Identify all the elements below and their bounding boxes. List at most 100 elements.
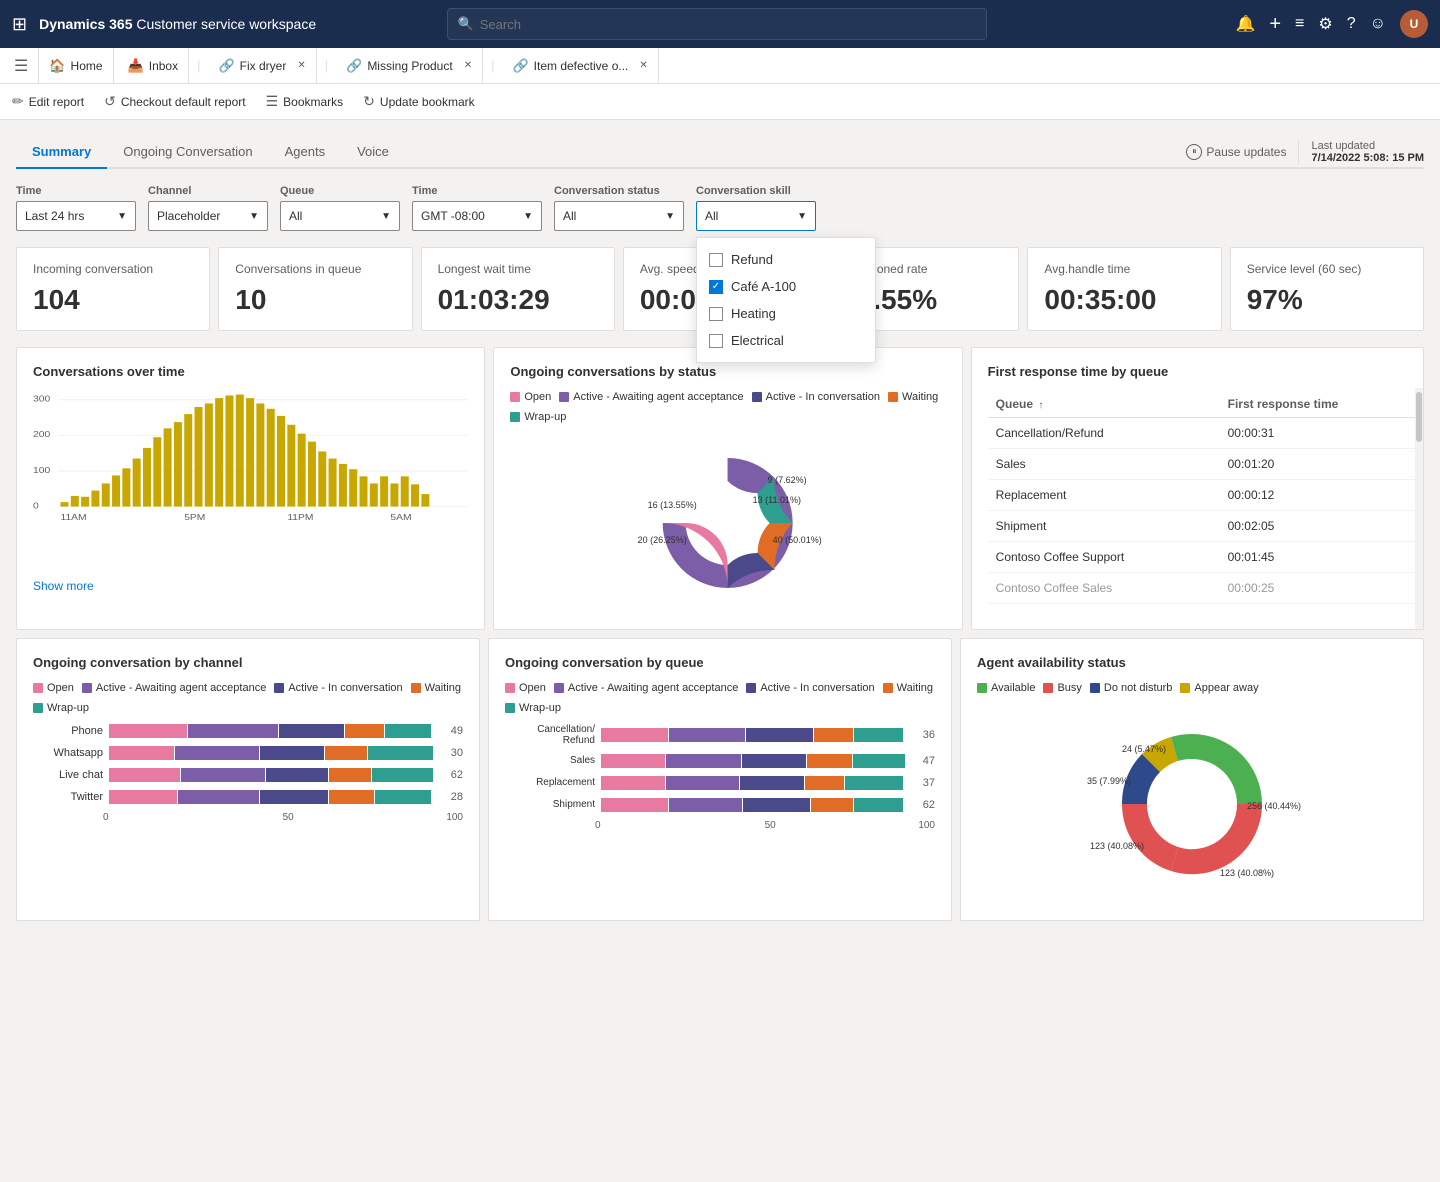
skill-electrical[interactable]: Electrical (697, 327, 875, 354)
close-tab-2[interactable]: ✕ (464, 60, 472, 71)
busy-dot (1043, 683, 1053, 693)
sub-tab-right: ⏸ Pause updates Last updated 7/14/2022 5… (1186, 140, 1424, 164)
kpi-longest-wait: Longest wait time 01:03:29 (421, 247, 615, 331)
scrollbar-thumb[interactable] (1416, 392, 1422, 442)
queue-col-header[interactable]: Queue ↑ (988, 391, 1220, 418)
legend-wrapup: Wrap-up (510, 411, 566, 423)
shipment-await-seg (669, 798, 742, 812)
electrical-checkbox[interactable] (709, 334, 723, 348)
scrollbar-track[interactable] (1415, 388, 1423, 629)
tab-bar: ☰ 🏠 Home 📥 Inbox | 🔗 Fix dryer ✕ | 🔗 Mis… (0, 48, 1440, 84)
edit-report-button[interactable]: ✏ Edit report (12, 93, 84, 110)
time2-filter-select[interactable]: GMT -08:00 ▼ (412, 201, 542, 231)
channel-bar-livechat: Live chat 62 (33, 768, 463, 782)
tab-fix-dryer[interactable]: 🔗 Fix dryer ✕ (208, 48, 316, 84)
close-tab-3[interactable]: ✕ (639, 60, 647, 71)
filter-icon[interactable]: ≡ (1295, 15, 1304, 33)
tab-home[interactable]: 🏠 Home (38, 48, 113, 84)
svg-text:0: 0 (33, 501, 39, 510)
whatsapp-bar (109, 746, 433, 760)
filter-conv-skill: Conversation skill All ▼ Refund ✓ Café A… (696, 185, 816, 231)
search-input[interactable] (480, 17, 976, 32)
skill-heating[interactable]: Heating (697, 300, 875, 327)
wrapup-dot (510, 412, 520, 422)
waiting-dot (888, 392, 898, 402)
ch-legend-open: Open (33, 682, 74, 694)
status-legend: Open Active - Awaiting agent acceptance … (510, 391, 945, 423)
settings-icon[interactable]: ⚙ (1318, 14, 1332, 34)
svg-text:11AM: 11AM (60, 513, 86, 522)
cancellation-wait-seg (814, 728, 854, 742)
bookmarks-button[interactable]: ☰ Bookmarks (266, 93, 344, 110)
conv-skill-filter-select[interactable]: All ▼ (696, 201, 816, 231)
help-icon[interactable]: ? (1347, 15, 1356, 33)
add-icon[interactable]: + (1269, 13, 1281, 36)
skill-cafe[interactable]: ✓ Café A-100 (697, 273, 875, 300)
search-bar[interactable]: 🔍 (447, 8, 987, 40)
tab-missing-product[interactable]: 🔗 Missing Product ✕ (336, 48, 483, 84)
close-tab-1[interactable]: ✕ (297, 60, 305, 71)
whatsapp-open-seg (109, 746, 174, 760)
time-filter-select[interactable]: Last 24 hrs ▼ (16, 201, 136, 231)
channel-chevron-icon: ▼ (249, 211, 259, 222)
tab-ongoing-conversation[interactable]: Ongoing Conversation (107, 136, 268, 169)
q-wrapup-dot (505, 703, 515, 713)
ongoing-by-status-card: Ongoing conversations by status Open Act… (493, 347, 962, 630)
refund-checkbox[interactable] (709, 253, 723, 267)
queue-filter-select[interactable]: All ▼ (280, 201, 400, 231)
skill-refund[interactable]: Refund (697, 246, 875, 273)
filter-time2: Time GMT -08:00 ▼ (412, 185, 542, 231)
tab-item-defective[interactable]: 🔗 Item defective o... ✕ (502, 48, 658, 84)
heating-checkbox[interactable] (709, 307, 723, 321)
agent-donut-svg: 256 (40.44%) 123 (40.08%) 123 (40.08%) 3… (977, 704, 1407, 904)
hamburger-icon[interactable]: ☰ (8, 52, 34, 80)
tab-voice[interactable]: Voice (341, 136, 405, 169)
update-bookmark-button[interactable]: ↻ Update bookmark (363, 93, 474, 110)
ch-legend-active-conv: Active - In conversation (274, 682, 402, 694)
tab-agents[interactable]: Agents (269, 136, 341, 169)
cancellation-wrapup-seg (854, 728, 903, 742)
filter-conv-status: Conversation status All ▼ (554, 185, 684, 231)
notification-icon[interactable]: 🔔 (1235, 14, 1255, 34)
app-grid-icon[interactable]: ⊞ (12, 14, 27, 35)
agent-legend-busy: Busy (1043, 682, 1081, 694)
livechat-await-seg (181, 768, 265, 782)
svg-text:9 (7.62%): 9 (7.62%) (768, 475, 807, 485)
ch-active-await-dot (82, 683, 92, 693)
ch-legend-waiting: Waiting (411, 682, 461, 694)
status-donut-svg: 9 (7.62%) 13 (11.01%) 16 (13.55%) 20 (26… (510, 428, 945, 618)
kpi-conv-in-queue: Conversations in queue 10 (218, 247, 412, 331)
channel-x-axis: 0 50 100 (103, 812, 463, 823)
livechat-bar (109, 768, 433, 782)
checkout-report-button[interactable]: ↺ Checkout default report (104, 93, 245, 110)
agent-legend-available: Available (977, 682, 1035, 694)
cafe-checkbox[interactable]: ✓ (709, 280, 723, 294)
pause-updates-button[interactable]: ⏸ Pause updates (1186, 144, 1286, 160)
shipment-open-seg (601, 798, 668, 812)
show-more-button[interactable]: Show more (33, 579, 468, 593)
twitter-await-seg (178, 790, 259, 804)
legend-waiting: Waiting (888, 391, 938, 403)
q-active-await-dot (554, 683, 564, 693)
nav-icons: 🔔 + ≡ ⚙ ? ☺ U (1235, 10, 1428, 38)
replacement-await-seg (666, 776, 739, 790)
agent-legend-dnd: Do not disturb (1090, 682, 1172, 694)
ch-legend-wrapup: Wrap-up (33, 702, 89, 714)
tab-inbox[interactable]: 📥 Inbox (118, 48, 190, 84)
tab-summary[interactable]: Summary (16, 136, 107, 169)
queue-bar-cancellation: Cancellation/ Refund 36 (505, 724, 935, 746)
conv-status-filter-select[interactable]: All ▼ (554, 201, 684, 231)
whatsapp-await-seg (175, 746, 259, 760)
feedback-icon[interactable]: ☺ (1370, 15, 1386, 33)
avatar[interactable]: U (1400, 10, 1428, 38)
channel-filter-select[interactable]: Placeholder ▼ (148, 201, 268, 231)
queue-legend: Open Active - Awaiting agent acceptance … (505, 682, 935, 714)
svg-text:11PM: 11PM (287, 513, 313, 522)
livechat-open-seg (109, 768, 180, 782)
queue-bar-shipment: Shipment 62 (505, 798, 935, 812)
ch-active-conv-dot (274, 683, 284, 693)
svg-text:100: 100 (33, 465, 50, 474)
q-waiting-dot (883, 683, 893, 693)
queue-x-axis: 0 50 100 (595, 820, 935, 831)
twitter-wrapup-seg (375, 790, 430, 804)
